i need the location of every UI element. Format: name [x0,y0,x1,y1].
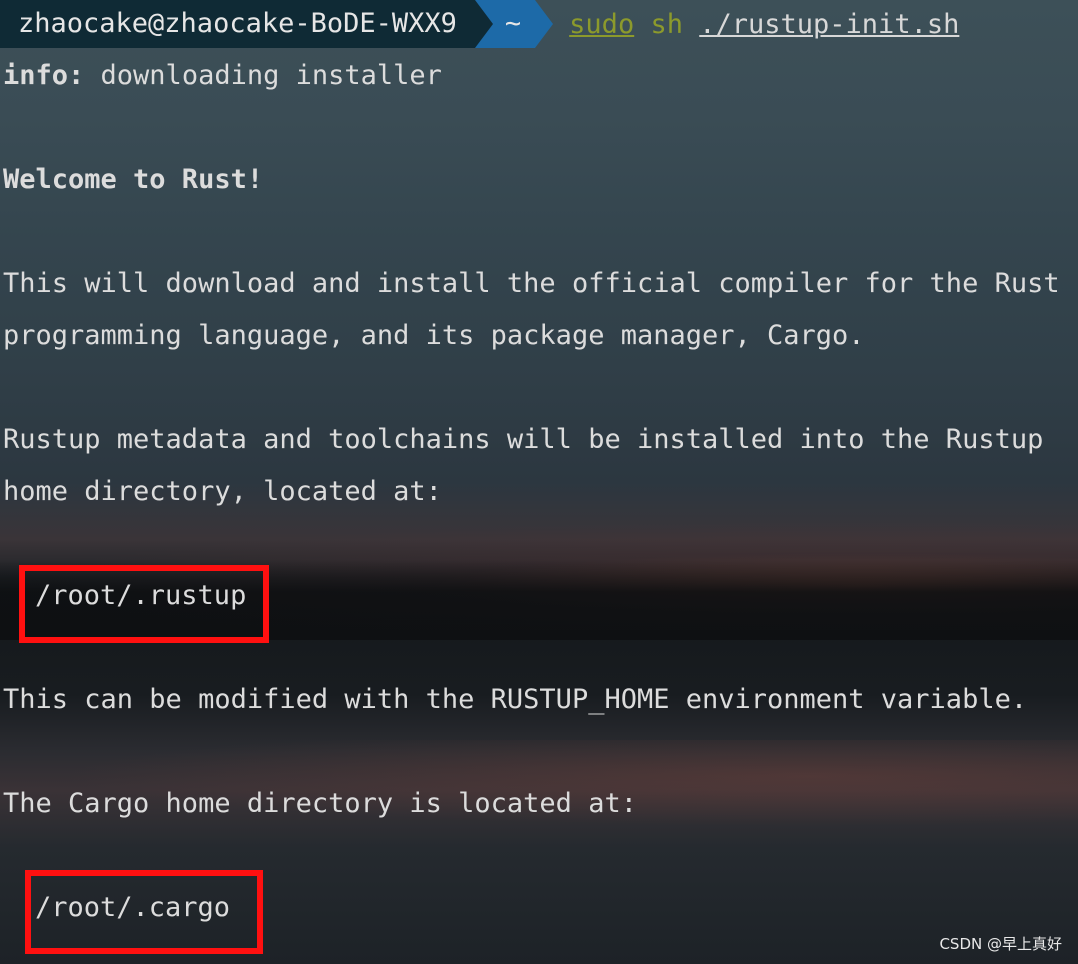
cargo-path: /root/.cargo [35,892,231,923]
rustup-line-2: home directory, located at: [3,476,442,507]
prompt-user-host: zhaocake@zhaocake-BoDE-WXX9 [0,0,475,48]
watermark: CSDN @早上真好 [939,935,1062,953]
info-line: info: downloading installer [3,60,442,91]
command-script-path[interactable]: ./rustup-init.sh [699,9,959,40]
command-sudo: sudo [569,8,635,40]
rustup-line-1: Rustup metadata and toolchains will be i… [3,424,1044,455]
prompt-directory: ~ [492,0,536,48]
prompt-separator-arrow [535,0,554,48]
intro-line-2: programming language, and its package ma… [3,320,865,351]
command-line[interactable]: sudo sh ./rustup-init.sh [569,9,959,40]
command-sh: sh [650,8,683,40]
rustup-env-line: This can be modified with the RUSTUP_HOM… [3,684,1028,715]
shell-prompt: zhaocake@zhaocake-BoDE-WXX9 ~ sudo sh ./… [0,0,959,48]
intro-line-1: This will download and install the offic… [3,268,1060,299]
info-label: info: [3,60,85,91]
welcome-heading: Welcome to Rust! [3,164,264,195]
rustup-path: /root/.rustup [35,580,247,611]
prompt-separator-arrow [474,0,493,48]
cargo-line: The Cargo home directory is located at: [3,788,637,819]
info-text: downloading installer [84,60,442,91]
